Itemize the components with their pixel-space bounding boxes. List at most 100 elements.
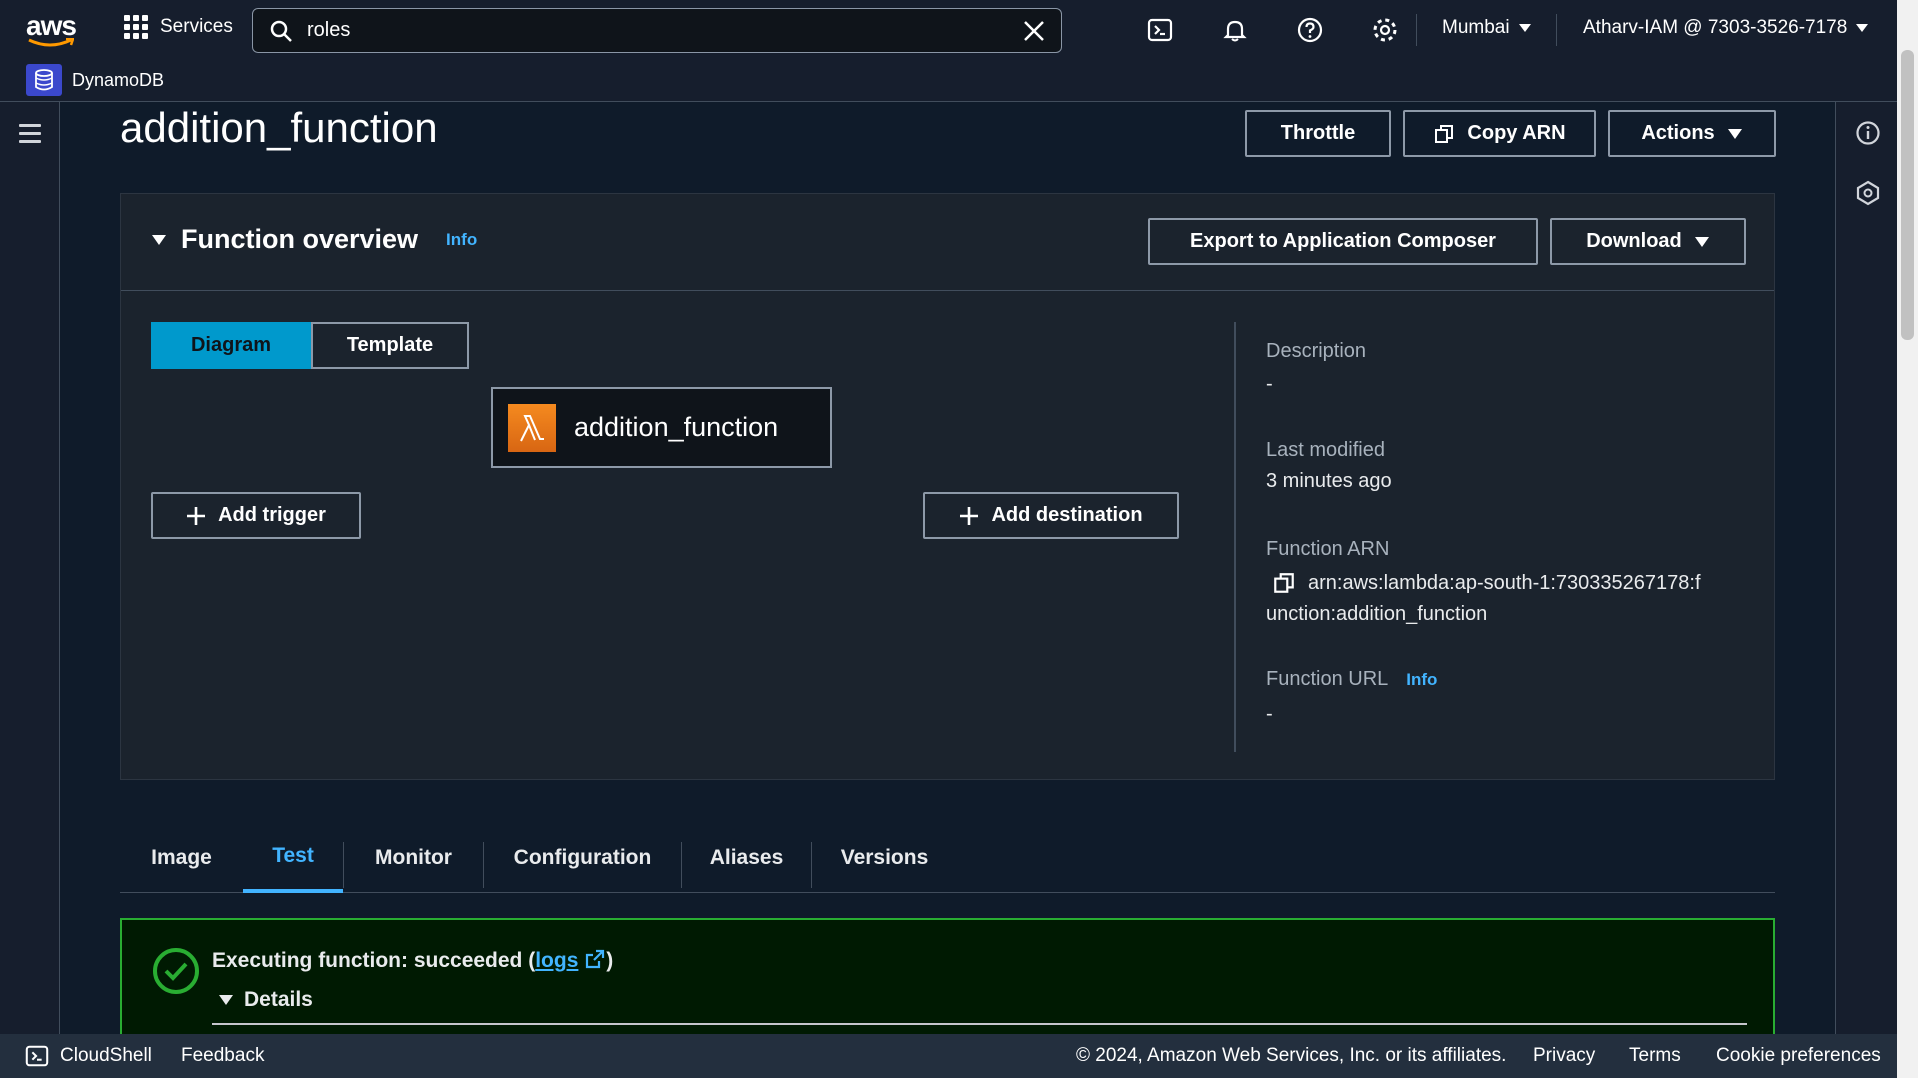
gear-icon[interactable] — [1371, 16, 1399, 44]
description-label: Description — [1266, 340, 1367, 362]
caret-down-icon — [1694, 236, 1709, 247]
hexagon-icon[interactable] — [1855, 180, 1881, 206]
caret-down-icon — [1727, 128, 1742, 139]
last-modified-section: Last modified 3 minutes ago — [1266, 439, 1392, 493]
diagram-toggle[interactable]: Diagram — [151, 322, 311, 369]
copy-arn-label: Copy ARN — [1467, 122, 1566, 144]
vertical-divider — [1234, 322, 1236, 752]
cloudshell-icon — [25, 1045, 49, 1067]
function-url-label: Function URL — [1266, 668, 1389, 690]
side-navigation-rail — [0, 102, 60, 1034]
info-icon[interactable] — [1855, 120, 1881, 146]
terms-link[interactable]: Terms — [1629, 1045, 1681, 1067]
account-menu[interactable]: Atharv-IAM @ 7303-3526-7178 — [1583, 17, 1869, 39]
page-scrollbar[interactable] — [1897, 0, 1918, 1078]
actions-button[interactable]: Actions — [1608, 110, 1776, 157]
cookie-preferences-link[interactable]: Cookie preferences — [1716, 1045, 1881, 1067]
aws-logo-text: aws — [26, 10, 77, 41]
nav-separator — [1416, 14, 1417, 46]
favorite-dynamodb[interactable]: DynamoDB — [26, 64, 164, 96]
privacy-link[interactable]: Privacy — [1533, 1045, 1595, 1067]
throttle-label: Throttle — [1280, 122, 1356, 144]
grid-icon — [124, 15, 148, 39]
close-icon[interactable] — [1021, 18, 1047, 44]
tab-monitor[interactable]: Monitor — [344, 822, 483, 893]
export-to-application-composer-button[interactable]: Export to Application Composer — [1148, 218, 1538, 265]
region-selector[interactable]: Mumbai — [1442, 17, 1532, 39]
plus-icon — [187, 506, 206, 525]
function-overview-title: Function overview — [181, 224, 419, 254]
bell-icon[interactable] — [1221, 16, 1249, 44]
caret-down-icon — [219, 995, 233, 1005]
download-button[interactable]: Download — [1550, 218, 1746, 265]
export-label: Export to Application Composer — [1190, 230, 1496, 252]
copy-icon — [1435, 124, 1454, 143]
card-header: Function overview Info Export to Applica… — [121, 194, 1774, 291]
logs-link[interactable]: logs — [535, 949, 578, 972]
help-icon[interactable] — [1296, 16, 1324, 44]
caret-down-icon — [152, 234, 166, 245]
copy-icon[interactable] — [1272, 571, 1296, 595]
function-tabs: Image Test Monitor Configuration Aliases… — [120, 822, 1775, 893]
description-value: - — [1266, 373, 1273, 395]
download-label: Download — [1586, 230, 1682, 252]
caret-down-icon — [1518, 24, 1531, 32]
search-input[interactable]: roles — [252, 8, 1062, 53]
function-arn-value-line1: arn:aws:lambda:ap-south-1:730335267178:f — [1308, 571, 1701, 594]
favorite-label: DynamoDB — [72, 69, 165, 90]
account-label: Atharv-IAM @ 7303-3526-7178 — [1583, 17, 1848, 38]
cloudshell-icon[interactable] — [1146, 16, 1174, 44]
scrollbar-thumb[interactable] — [1901, 50, 1914, 340]
add-destination-label: Add destination — [991, 504, 1143, 526]
throttle-button[interactable]: Throttle — [1245, 110, 1391, 157]
copy-arn-button[interactable]: Copy ARN — [1403, 110, 1596, 157]
caret-down-icon — [1856, 24, 1869, 32]
details-label: Details — [244, 988, 313, 1011]
tab-aliases[interactable]: Aliases — [682, 822, 811, 893]
description-section: Description - — [1266, 340, 1366, 396]
template-toggle[interactable]: Template — [311, 322, 469, 369]
footer: CloudShell Feedback © 2024, Amazon Web S… — [0, 1034, 1897, 1078]
function-overview-toggle[interactable]: Function overview Info — [151, 224, 477, 255]
last-modified-label: Last modified — [1266, 439, 1385, 461]
function-url-value: - — [1266, 703, 1273, 725]
execution-result-alert: Executing function: succeeded (logs ) De… — [120, 918, 1775, 1038]
menu-icon[interactable] — [19, 124, 41, 143]
feedback-link[interactable]: Feedback — [181, 1045, 264, 1067]
search-value: roles — [307, 19, 351, 41]
function-node-label: addition_function — [574, 412, 779, 442]
info-link[interactable]: Info — [446, 230, 477, 250]
plus-icon — [960, 506, 979, 525]
function-url-section: Function URL Info - — [1266, 668, 1437, 726]
actions-label: Actions — [1641, 122, 1715, 144]
last-modified-value: 3 minutes ago — [1266, 470, 1392, 492]
cloudshell-label: CloudShell — [60, 1045, 152, 1066]
details-divider — [212, 1023, 1747, 1025]
details-toggle[interactable]: Details — [218, 988, 313, 1012]
success-check-icon — [153, 948, 199, 994]
add-trigger-label: Add trigger — [218, 504, 326, 526]
execution-status-text: Executing function: succeeded (logs ) — [212, 948, 614, 972]
lambda-icon — [508, 403, 556, 452]
favorites-bar: DynamoDB — [0, 58, 1918, 102]
external-link-icon[interactable] — [584, 948, 606, 970]
services-label: Services — [160, 16, 233, 37]
function-url-info-link[interactable]: Info — [1406, 670, 1437, 690]
add-trigger-button[interactable]: Add trigger — [151, 492, 361, 539]
aws-logo[interactable]: aws — [26, 10, 77, 47]
tab-test[interactable]: Test — [243, 822, 343, 893]
function-node[interactable]: addition_function — [491, 387, 832, 468]
tools-rail — [1835, 102, 1897, 1034]
cloudshell-button[interactable]: CloudShell — [24, 1043, 152, 1069]
tab-versions[interactable]: Versions — [812, 822, 957, 893]
tab-image[interactable]: Image — [120, 822, 243, 893]
nav-separator — [1556, 14, 1557, 46]
region-label: Mumbai — [1442, 17, 1510, 38]
services-menu-button[interactable]: Services — [124, 15, 233, 39]
add-destination-button[interactable]: Add destination — [923, 492, 1179, 539]
function-arn-label: Function ARN — [1266, 538, 1390, 560]
function-arn-value-line2: unction:addition_function — [1266, 603, 1488, 625]
tab-configuration[interactable]: Configuration — [484, 822, 681, 893]
page-title: addition_function — [120, 104, 438, 151]
function-overview-card: Function overview Info Export to Applica… — [120, 193, 1775, 780]
